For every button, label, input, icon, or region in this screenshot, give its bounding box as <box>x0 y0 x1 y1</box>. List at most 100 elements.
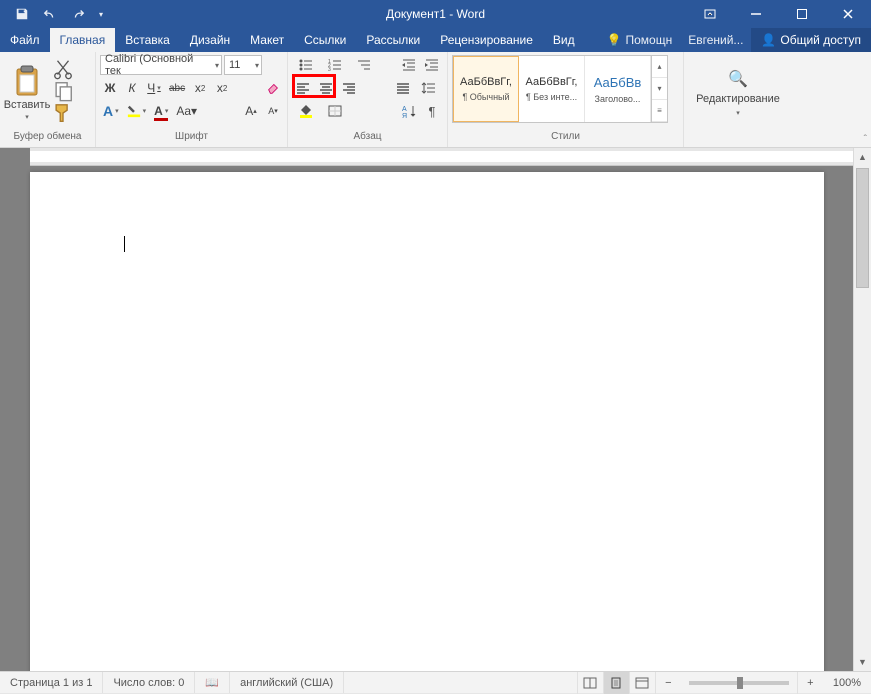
tab-design[interactable]: Дизайн <box>180 28 240 52</box>
text-effects-button[interactable]: A <box>100 101 122 121</box>
vertical-scrollbar[interactable]: ▲ ▼ <box>853 148 871 671</box>
highlight-icon <box>127 104 141 118</box>
status-proofing[interactable]: 📖 <box>195 672 230 693</box>
font-size-combo[interactable]: 11▾ <box>224 55 262 75</box>
quick-access-toolbar: ▾ <box>0 0 110 28</box>
strikethrough-button[interactable]: abc <box>166 78 188 98</box>
zoom-knob[interactable] <box>737 677 743 689</box>
numbering-button[interactable]: 123 <box>321 55 349 75</box>
show-marks-button[interactable]: ¶ <box>421 101 443 121</box>
zoom-out-button[interactable]: − <box>655 672 681 694</box>
tab-references[interactable]: Ссылки <box>294 28 356 52</box>
redo-icon[interactable] <box>64 0 92 28</box>
cut-button[interactable] <box>52 59 74 79</box>
group-label <box>688 131 867 147</box>
status-page[interactable]: Страница 1 из 1 <box>0 672 103 693</box>
change-case-button[interactable]: Aa▾ <box>173 101 200 121</box>
account-name[interactable]: Евгений... <box>680 28 751 52</box>
tab-review[interactable]: Рецензирование <box>430 28 543 52</box>
font-color-icon: A <box>154 104 163 118</box>
clear-formatting-button[interactable] <box>263 78 283 98</box>
view-read-button[interactable] <box>577 672 603 694</box>
group-clipboard: Вставить ▾ Буфер обмена <box>0 52 96 147</box>
outdent-icon <box>401 58 417 72</box>
grow-font-button[interactable]: A▴ <box>241 101 261 121</box>
borders-button[interactable] <box>321 101 349 121</box>
increase-indent-button[interactable] <box>421 55 443 75</box>
ribbon-display-icon[interactable] <box>687 0 733 28</box>
justify-button[interactable] <box>392 78 414 98</box>
sort-icon: AЯ <box>401 104 417 118</box>
status-language[interactable]: английский (США) <box>230 672 344 693</box>
web-layout-icon <box>635 677 649 689</box>
view-print-button[interactable] <box>603 672 629 694</box>
style-normal[interactable]: АаБбВвГг, ¶ Обычный <box>453 56 519 122</box>
page[interactable] <box>30 172 824 671</box>
align-left-button[interactable] <box>292 78 314 98</box>
underline-button[interactable]: Ч <box>144 78 164 98</box>
paste-button[interactable]: Вставить ▾ <box>4 55 50 131</box>
subscript-button[interactable]: x2 <box>190 78 210 98</box>
tab-layout[interactable]: Макет <box>240 28 294 52</box>
view-web-button[interactable] <box>629 672 655 694</box>
qat-customize-icon[interactable]: ▾ <box>92 0 110 28</box>
minimize-icon[interactable] <box>733 0 779 28</box>
scroll-thumb[interactable] <box>856 168 869 288</box>
share-button[interactable]: 👤Общий доступ <box>751 28 871 52</box>
scroll-down-icon[interactable]: ▼ <box>854 653 871 671</box>
align-right-button[interactable] <box>338 78 360 98</box>
zoom-slider[interactable] <box>689 681 789 685</box>
zoom-level[interactable]: 100% <box>823 677 871 689</box>
document-background[interactable] <box>0 166 853 671</box>
sort-button[interactable]: AЯ <box>398 101 420 121</box>
bullets-button[interactable] <box>292 55 320 75</box>
group-label: Стили <box>452 131 679 147</box>
shading-icon <box>298 104 314 118</box>
superscript-button[interactable]: x2 <box>212 78 232 98</box>
copy-icon <box>52 80 74 102</box>
multilevel-list-button[interactable] <box>350 55 378 75</box>
maximize-icon[interactable] <box>779 0 825 28</box>
italic-button[interactable]: К <box>122 78 142 98</box>
copy-button[interactable] <box>52 81 74 101</box>
highlight-button[interactable] <box>124 101 150 121</box>
undo-icon[interactable] <box>36 0 64 28</box>
shading-button[interactable] <box>292 101 320 121</box>
tab-view[interactable]: Вид <box>543 28 585 52</box>
align-right-icon <box>341 81 357 95</box>
bold-button[interactable]: Ж <box>100 78 120 98</box>
multilevel-icon <box>356 58 372 72</box>
decrease-indent-button[interactable] <box>398 55 420 75</box>
borders-icon <box>327 104 343 118</box>
group-paragraph: 123 AЯ ¶ Абзац <box>288 52 448 147</box>
line-spacing-button[interactable] <box>415 78 443 98</box>
bulb-icon: 💡 <box>607 33 622 47</box>
tell-me[interactable]: 💡Помощн <box>599 28 681 52</box>
align-center-button[interactable] <box>315 78 337 98</box>
save-icon[interactable] <box>8 0 36 28</box>
close-icon[interactable] <box>825 0 871 28</box>
horizontal-ruler[interactable] <box>30 148 853 166</box>
group-editing: 🔍 Редактирование ▾ <box>684 52 871 147</box>
collapse-ribbon-icon[interactable]: ˆ <box>864 134 867 145</box>
scroll-up-icon[interactable]: ▲ <box>854 148 871 166</box>
font-color-button[interactable]: A <box>151 101 171 121</box>
cut-icon <box>52 58 74 80</box>
line-spacing-icon <box>421 81 437 95</box>
font-name-combo[interactable]: Calibri (Основной тек▾ <box>100 55 222 75</box>
shrink-font-button[interactable]: A▾ <box>263 101 283 121</box>
format-painter-button[interactable] <box>52 103 74 123</box>
editing-button[interactable]: 🔍 Редактирование ▾ <box>688 55 788 131</box>
brush-icon <box>52 102 74 124</box>
style-heading1[interactable]: АаБбВв Заголово... <box>585 56 651 122</box>
text-cursor <box>124 236 125 252</box>
tab-insert[interactable]: Вставка <box>115 28 180 52</box>
styles-gallery: АаБбВвГг, ¶ Обычный АаБбВвГг, ¶ Без инте… <box>452 55 668 123</box>
style-no-spacing[interactable]: АаБбВвГг, ¶ Без инте... <box>519 56 585 122</box>
styles-more[interactable]: ▴▾≡ <box>651 56 667 122</box>
tab-file[interactable]: Файл <box>0 28 50 52</box>
status-words[interactable]: Число слов: 0 <box>103 672 195 693</box>
tab-home[interactable]: Главная <box>50 28 116 52</box>
zoom-in-button[interactable]: + <box>797 672 823 694</box>
tab-mailings[interactable]: Рассылки <box>356 28 430 52</box>
